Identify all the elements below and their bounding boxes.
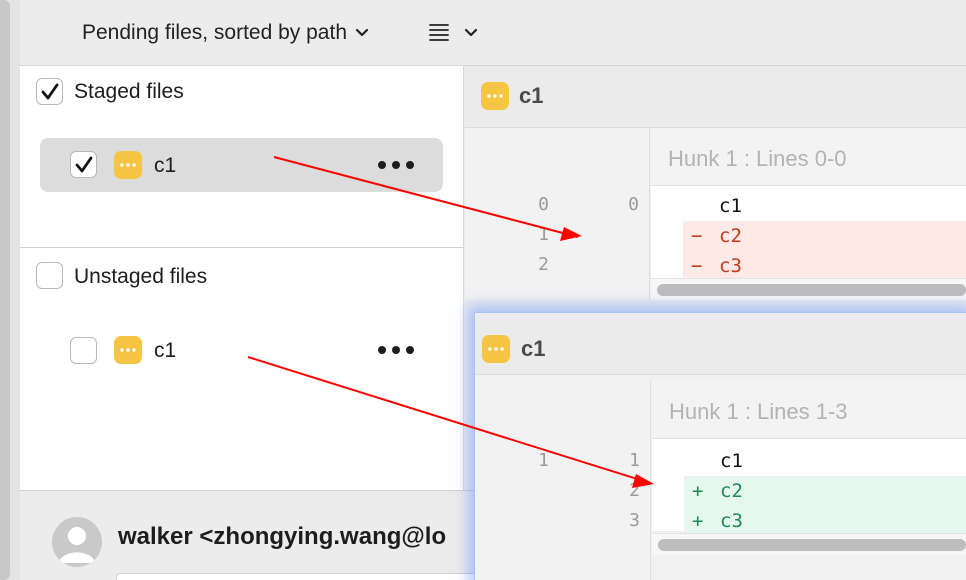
new-line-number: 1 [629,450,640,471]
hunk-title: Hunk 1 : Lines 0-0 [668,146,847,171]
old-line-number: 1 [538,450,549,471]
chevron-down-icon [355,28,369,37]
horizontal-scrollbar[interactable] [652,533,966,555]
checkmark-icon [75,156,92,172]
diff-line-deleted: − c2 [683,221,966,251]
unstaged-section-label: Unstaged files [74,265,208,288]
diff-file-title: c1 [521,336,546,361]
commit-area: walker <zhongying.wang@lo [20,490,496,580]
line-number-gutter: 1 1 2 3 [475,381,651,580]
line-text: c2 [720,480,743,502]
new-line-number: 0 [628,194,639,215]
diff-file-title: c1 [519,83,544,108]
checkmark-icon [41,83,58,99]
sort-menu-label: Pending files, sorted by path [82,21,348,44]
plus-icon: + [692,510,704,532]
diff-line-deleted: − c3 [683,251,966,281]
person-icon [59,527,95,563]
commit-message-input[interactable] [116,573,496,580]
new-line-number: 2 [629,480,640,501]
diff-code-area: c1 + c2 + c3 [652,439,966,536]
old-line-number: 2 [538,254,549,275]
ellipsis-badge-icon [482,335,510,363]
unstaged-file-row[interactable]: c1 [40,323,443,377]
toolbar: Pending files, sorted by path [20,0,966,66]
commit-author: walker <zhongying.wang@lo [118,523,447,550]
sort-menu-button[interactable]: Pending files, sorted by path [82,18,371,48]
unstaged-diff-panel: c1 1 1 2 3 Hunk 1 : Lines 1-3 c1 + c2 + … [474,312,966,580]
unstaged-section-checkbox[interactable] [36,262,63,289]
avatar [52,517,102,567]
unstaged-file-checkbox[interactable] [70,337,97,364]
diff-code-area: c1 − c2 − c3 [651,186,966,281]
more-horizontal-icon[interactable] [378,340,414,360]
diff-line-added: + c2 [684,476,966,506]
diff-header: c1 [475,313,966,375]
section-divider [20,247,464,248]
line-number-gutter: 0 0 1 2 [465,128,650,300]
scrollbar-thumb[interactable] [658,539,966,551]
ellipsis-badge-icon [114,151,142,179]
unstaged-file-name: c1 [154,339,177,362]
ellipsis-badge-icon [481,82,509,110]
list-lines-icon [429,24,449,41]
minus-icon: − [691,225,703,247]
line-text: c2 [719,225,742,247]
diff-line-context: c1 [652,446,966,476]
line-text: c3 [719,255,742,277]
left-edge-bar [0,0,10,580]
hunk-title: Hunk 1 : Lines 1-3 [669,399,848,424]
chevron-down-icon [464,28,478,37]
old-line-number: 0 [538,194,549,215]
staged-section-label: Staged files [74,80,184,103]
hunk-header: Hunk 1 : Lines 1-3 [652,381,966,439]
staged-file-name: c1 [154,154,177,177]
file-list-pane: Staged files c1 Unstaged files c1 [20,66,464,490]
plus-icon: + [692,480,704,502]
diff-header: c1 [465,66,966,128]
line-text: c3 [720,510,743,532]
staged-file-checkbox[interactable] [70,151,97,178]
staged-diff-panel: c1 0 0 1 2 Hunk 1 : Lines 0-0 c1 − c2 − … [465,66,966,300]
diff-line-context: c1 [651,191,966,221]
new-line-number: 3 [629,510,640,531]
staged-file-row[interactable]: c1 [40,138,443,192]
view-options-button[interactable] [428,18,480,48]
more-horizontal-icon[interactable] [378,155,414,175]
scrollbar-thumb[interactable] [657,284,966,296]
horizontal-scrollbar[interactable] [651,278,966,300]
diff-line-added: + c3 [684,506,966,536]
ellipsis-badge-icon [114,336,142,364]
staged-section-checkbox[interactable] [36,78,63,105]
line-text: c1 [720,450,743,472]
line-text: c1 [719,195,742,217]
left-window-edge [0,0,20,580]
old-line-number: 1 [538,224,549,245]
hunk-header: Hunk 1 : Lines 0-0 [651,128,966,186]
minus-icon: − [691,255,703,277]
